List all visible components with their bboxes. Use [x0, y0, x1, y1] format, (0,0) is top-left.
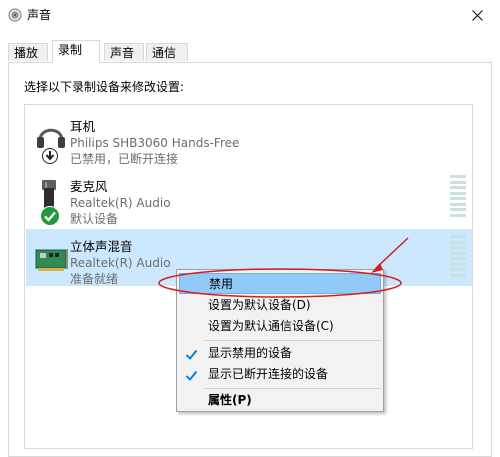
menu-item-set-default[interactable]: 设置为默认设备(D)	[179, 295, 381, 316]
menu-separator	[205, 388, 381, 389]
instruction-text: 选择以下录制设备来修改设置:	[24, 80, 185, 94]
menu-item-label: 设置为默认通信设备(C)	[208, 319, 334, 333]
menu-item-set-default-communication[interactable]: 设置为默认通信设备(C)	[179, 316, 381, 337]
sound-card-icon	[34, 238, 70, 278]
menu-item-label: 显示禁用的设备	[208, 346, 293, 360]
menu-item-show-disabled[interactable]: 显示禁用的设备	[179, 343, 381, 364]
window-title: 声音	[27, 8, 52, 22]
device-item-headset[interactable]: 耳机 Philips SHB3060 Hands-Free 已禁用，已断开连接	[26, 109, 472, 166]
device-status: 默认设备	[70, 212, 119, 226]
tab-sounds[interactable]: 声音	[104, 43, 144, 61]
speaker-icon	[8, 8, 22, 22]
device-name: 耳机	[70, 119, 96, 134]
tab-label: 播放	[14, 46, 39, 60]
menu-item-disable[interactable]: 禁用	[179, 273, 381, 294]
level-meter	[450, 175, 466, 217]
menu-item-label: 禁用	[209, 277, 234, 291]
title-bar: 声音	[0, 0, 500, 31]
device-driver: Realtek(R) Audio	[70, 196, 171, 210]
green-check-badge-icon	[40, 206, 60, 226]
level-meter	[450, 235, 466, 277]
close-button[interactable]	[454, 0, 500, 31]
device-status: 已禁用，已断开连接	[70, 152, 179, 166]
device-status: 准备就绪	[70, 272, 119, 286]
tab-communications[interactable]: 通信	[146, 43, 188, 61]
device-driver: Realtek(R) Audio	[70, 256, 171, 270]
tab-playback[interactable]: 播放	[8, 43, 48, 61]
tab-label: 声音	[110, 46, 135, 60]
device-name: 立体声混音	[70, 239, 133, 254]
menu-item-label: 设置为默认设备(D)	[208, 298, 311, 312]
device-name: 麦克风	[70, 179, 108, 194]
context-menu: 禁用 设置为默认设备(D) 设置为默认通信设备(C) 显示禁用的设备 显示已断开…	[176, 269, 384, 412]
tab-label: 通信	[152, 46, 177, 60]
menu-separator	[205, 340, 381, 341]
menu-item-show-disconnected[interactable]: 显示已断开连接的设备	[179, 364, 381, 385]
checkmark-icon	[185, 347, 198, 360]
menu-item-properties[interactable]: 属性(P)	[179, 390, 381, 411]
tab-recording[interactable]: 录制	[52, 40, 100, 63]
menu-item-label: 显示已断开连接的设备	[208, 367, 329, 381]
close-icon	[471, 10, 483, 21]
down-arrow-badge-icon	[42, 148, 58, 164]
checkmark-icon	[185, 368, 198, 381]
tab-label: 录制	[58, 43, 83, 57]
menu-item-label: 属性(P)	[208, 393, 252, 407]
device-item-microphone[interactable]: 麦克风 Realtek(R) Audio 默认设备	[26, 169, 472, 226]
device-driver: Philips SHB3060 Hands-Free	[70, 136, 240, 150]
